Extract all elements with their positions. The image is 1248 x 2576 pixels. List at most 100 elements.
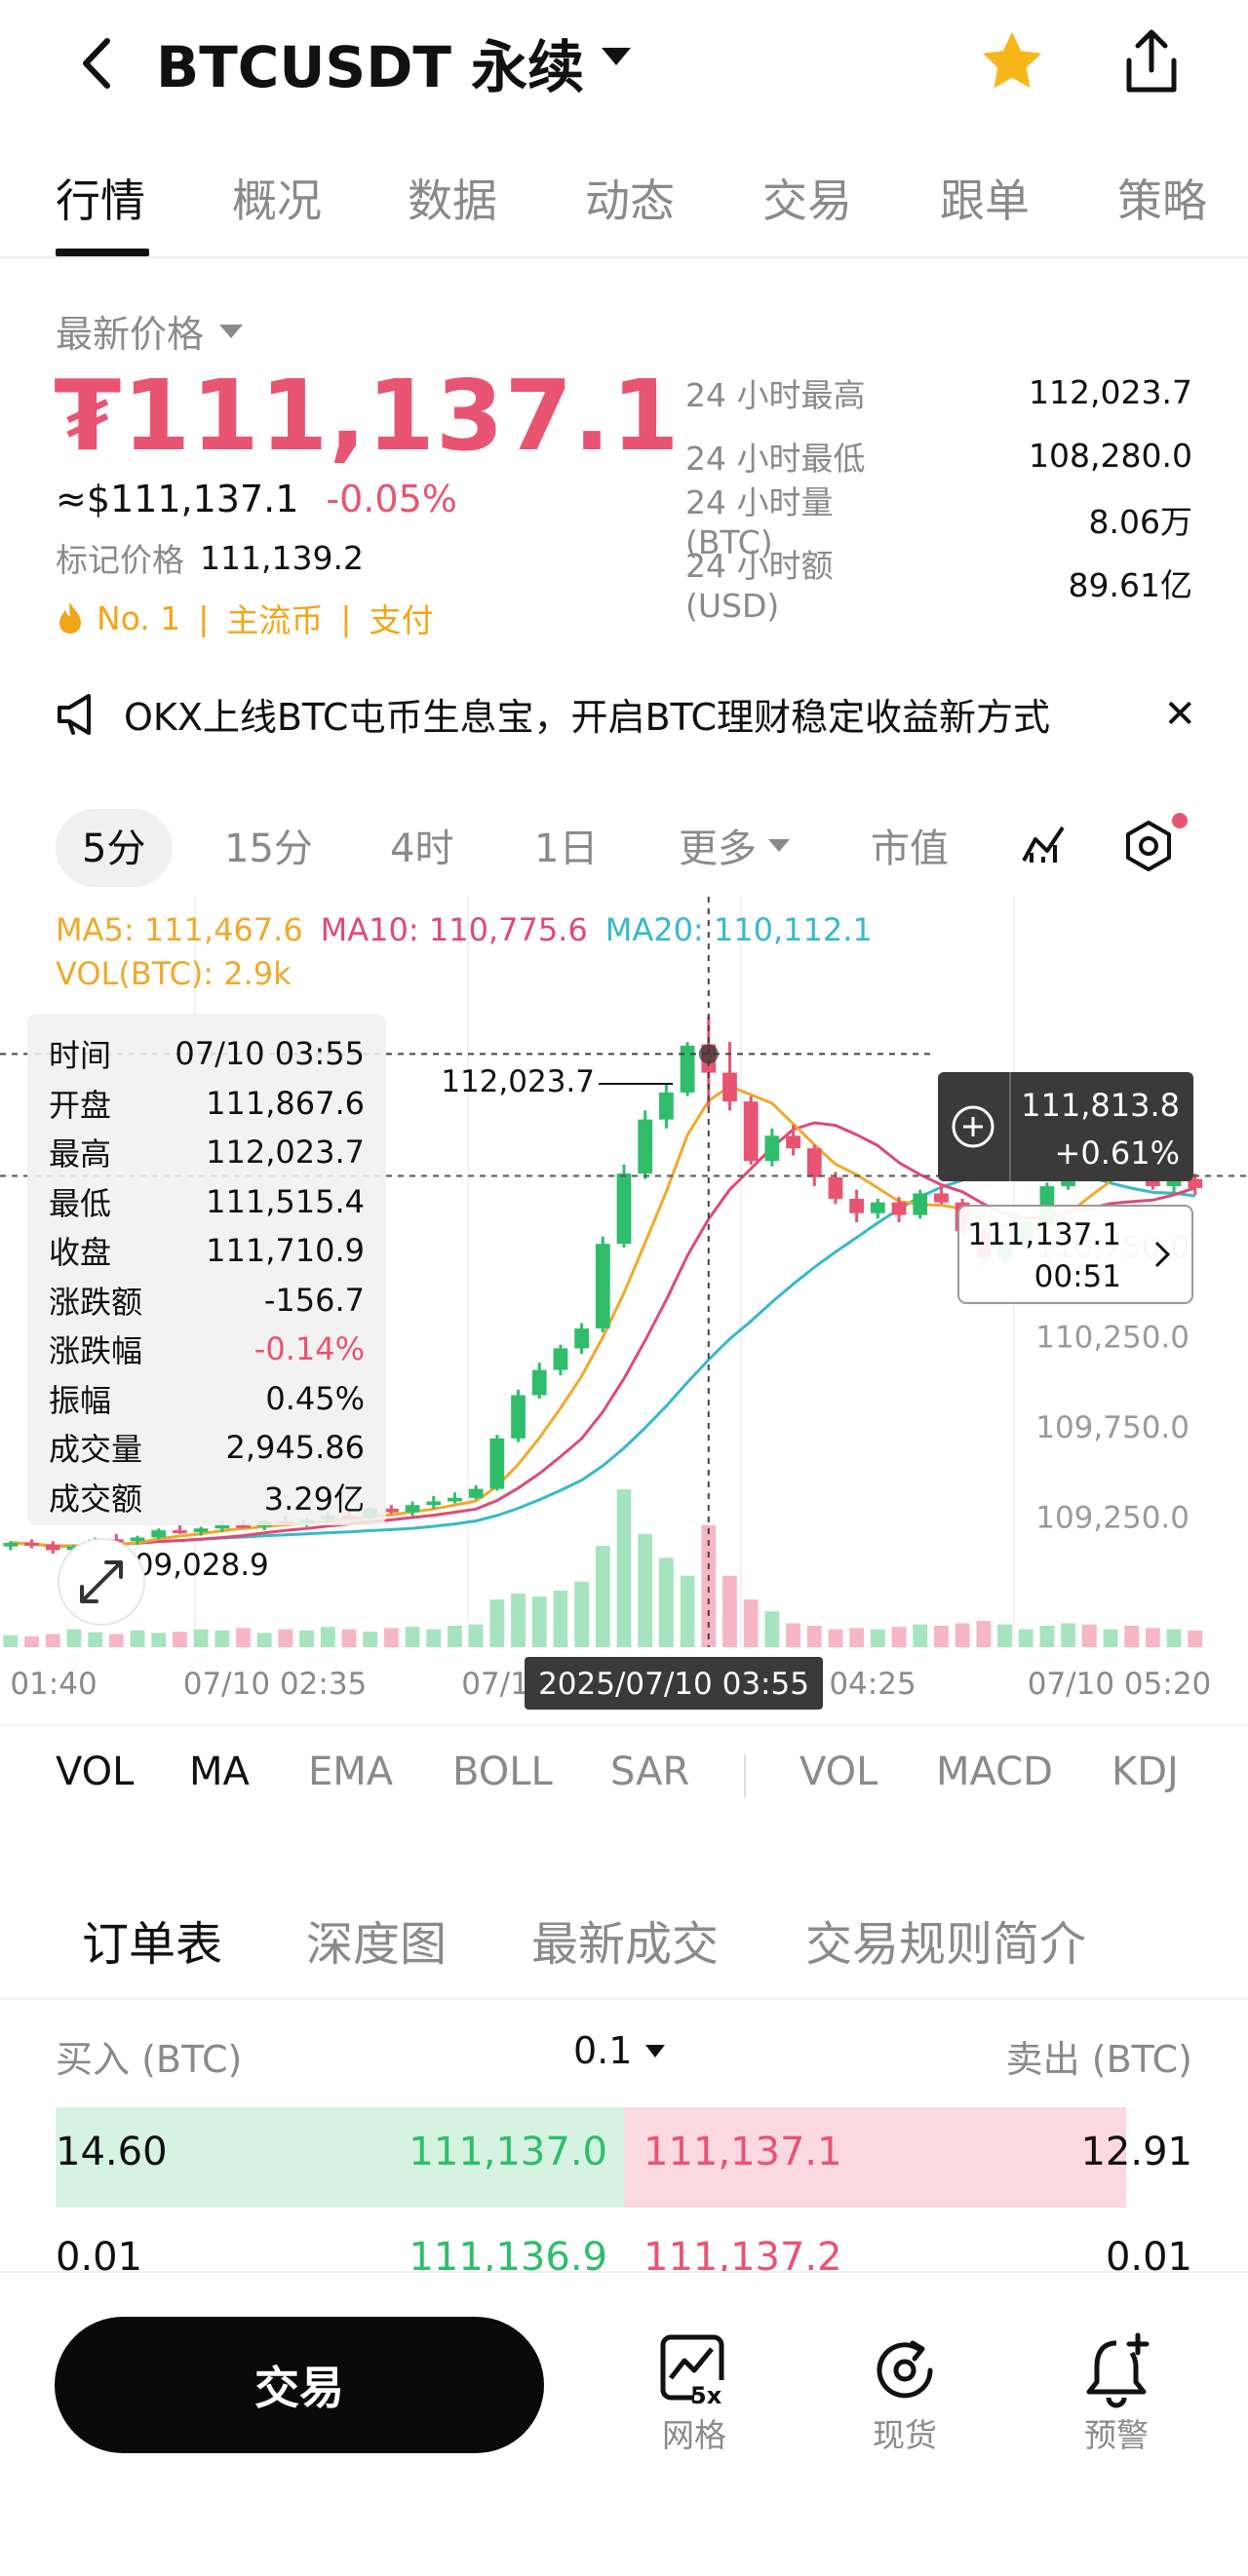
interval-market-cap[interactable]: 市值 [871, 817, 949, 873]
usd-price: ≈$111,137.1 [56, 478, 299, 520]
indicator-vol[interactable]: VOL [56, 1749, 134, 1794]
stat-label: 24 小时最高 [685, 375, 866, 414]
sub-indicator-vol[interactable]: VOL [800, 1749, 878, 1794]
main-tabs: 行情 概况 数据 动态 交易 跟单 策略 [0, 146, 1248, 258]
candle-body [595, 1244, 610, 1329]
tooltip-value: 112,023.7 [206, 1134, 365, 1172]
notification-dot [1172, 813, 1188, 828]
tag-separator: | [198, 598, 210, 637]
candle-body [405, 1505, 420, 1513]
ask-qty: 12.91 [1080, 2130, 1192, 2174]
tab-trading-rules[interactable]: 交易规则简介 [805, 1905, 1086, 1974]
tab-depth[interactable]: 深度图 [306, 1905, 447, 1974]
indicator-ema[interactable]: EMA [308, 1749, 393, 1794]
volume-bar [236, 1628, 251, 1647]
x-tick-label: 01:40 [10, 1667, 97, 1702]
chevron-down-icon[interactable] [600, 44, 633, 73]
volume-bar [214, 1630, 230, 1647]
tooltip-row: 开盘 111,867.6 [49, 1079, 365, 1129]
step-select[interactable]: 0.1 [573, 2029, 667, 2072]
candle-body [722, 1072, 737, 1102]
interval-4h[interactable]: 4时 [390, 817, 453, 873]
tag-rank[interactable]: No. 1 [97, 599, 180, 637]
table-row[interactable]: 14.60 111,137.0 111,137.1 12.91 [56, 2130, 1192, 2188]
tab-latest-trades[interactable]: 最新成交 [531, 1905, 719, 1974]
volume-bar [278, 1629, 293, 1647]
fire-icon [59, 602, 81, 634]
candle-body [680, 1045, 695, 1093]
volume-bar [448, 1626, 462, 1647]
announcement-text[interactable]: OKX上线BTC屯币生息宝，开启BTC理财稳定收益新方式 [124, 687, 1050, 741]
tab-strategy[interactable]: 策略 [1117, 166, 1207, 230]
tab-copy[interactable]: 跟单 [940, 166, 1030, 230]
volume-bar [913, 1624, 928, 1647]
page-title[interactable]: BTCUSDT 永续 [156, 21, 584, 103]
tooltip-value: -0.14% [254, 1330, 365, 1368]
tag-payment[interactable]: 支付 [370, 595, 434, 641]
announcement-bar[interactable]: OKX上线BTC屯币生息宝，开启BTC理财稳定收益新方式 ✕ [56, 687, 1196, 741]
tooltip-value: 111,515.4 [206, 1182, 365, 1220]
mark-price-row: 标记价格 111,139.2 [56, 534, 364, 581]
back-icon[interactable] [68, 29, 127, 97]
indicator-sar[interactable]: SAR [610, 1749, 689, 1794]
sub-indicator-macd[interactable]: MACD [936, 1749, 1053, 1794]
trade-button[interactable]: 交易 [55, 2317, 544, 2453]
stat-value: 8.06万 [1088, 502, 1192, 541]
sub-indicator-kdj[interactable]: KDJ [1112, 1749, 1179, 1794]
spot-label[interactable]: 现货 [837, 2409, 973, 2456]
interval-5m[interactable]: 5分 [82, 817, 145, 873]
indicator-icon[interactable] [1020, 822, 1069, 870]
alert-label[interactable]: 预警 [1048, 2409, 1185, 2456]
step-value: 0.1 [573, 2029, 633, 2072]
interval-15m[interactable]: 15分 [224, 817, 313, 873]
tooltip-row: 收盘 111,710.9 [49, 1226, 365, 1276]
star-icon[interactable] [975, 24, 1049, 102]
tab-overview[interactable]: 概况 [232, 166, 322, 230]
candle-body [913, 1193, 928, 1215]
volume-bar [1018, 1629, 1034, 1647]
cursor-price: 111,813.8 [1021, 1087, 1180, 1124]
volume-bar [193, 1629, 209, 1647]
volume-bar [828, 1629, 843, 1647]
volume-bar [870, 1629, 885, 1647]
volume-bar [722, 1575, 737, 1647]
interval-more[interactable]: 更多 [679, 817, 792, 873]
tag-row: No. 1 | 主流币 | 支付 [56, 595, 434, 641]
tooltip-key: 最高 [49, 1135, 112, 1173]
volume-bar [997, 1624, 1012, 1647]
volume-bar [976, 1621, 992, 1647]
tab-market[interactable]: 行情 [56, 166, 145, 230]
bid-qty: 0.01 [56, 2235, 143, 2271]
grid-label[interactable]: 网格 [626, 2409, 762, 2456]
bid-price: 111,136.9 [409, 2235, 607, 2271]
tooltip-key: 振幅 [49, 1381, 112, 1419]
active-tab-indicator [56, 249, 149, 256]
bid-qty: 14.60 [56, 2130, 168, 2174]
indicator-ma[interactable]: MA [189, 1749, 250, 1794]
settings-icon[interactable] [1121, 813, 1188, 877]
tooltip-row: 成交量 2,945.86 [49, 1423, 365, 1473]
close-icon[interactable]: ✕ [1163, 692, 1196, 737]
indicator-boll[interactable]: BOLL [452, 1749, 553, 1794]
volume-bar [1081, 1624, 1097, 1647]
megaphone-icon [58, 693, 91, 735]
interval-1d[interactable]: 1日 [534, 817, 598, 873]
volume-bar [531, 1596, 547, 1647]
volume-bar [130, 1630, 145, 1647]
candle-body [173, 1530, 187, 1534]
tooltip-row: 时间 07/10 03:55 [49, 1029, 365, 1079]
candle-body [786, 1135, 800, 1149]
tab-trade[interactable]: 交易 [762, 166, 852, 230]
price-label[interactable]: 最新价格 [56, 304, 245, 358]
tab-news[interactable]: 动态 [585, 166, 675, 230]
ask-price: 111,137.1 [644, 2130, 842, 2174]
volume-bar [151, 1633, 167, 1647]
tab-orderbook[interactable]: 订单表 [82, 1905, 222, 1974]
tab-data[interactable]: 数据 [408, 166, 497, 230]
table-row[interactable]: 0.01 111,136.9 111,137.2 0.01 [56, 2235, 1192, 2271]
candle-body [934, 1193, 949, 1203]
share-icon[interactable] [1119, 27, 1184, 101]
volume-bar [659, 1557, 674, 1647]
tag-mainstream[interactable]: 主流币 [226, 595, 323, 641]
stat-value: 112,023.7 [1029, 373, 1192, 411]
